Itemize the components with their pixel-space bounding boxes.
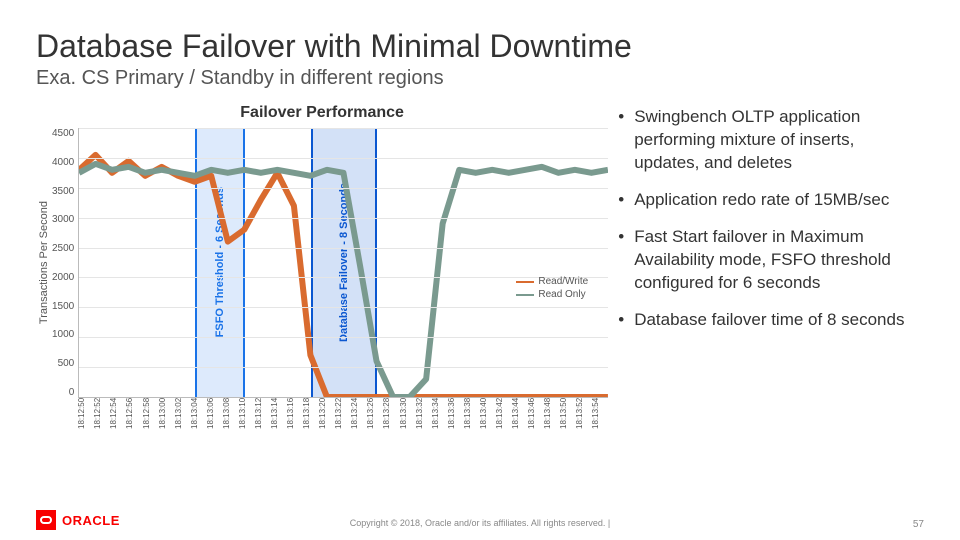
legend-label-ro: Read Only xyxy=(538,289,585,300)
legend-item-rw: Read/Write xyxy=(516,276,588,287)
chart-plot: FSFO Threshold - 6 SecondsDatabase Failo… xyxy=(78,128,608,398)
bullet-list: Swingbench OLTP application performing m… xyxy=(618,106,924,332)
legend-swatch-ro xyxy=(516,294,534,296)
bullet-item: Fast Start failover in Maximum Availabil… xyxy=(618,226,924,295)
page-title: Database Failover with Minimal Downtime xyxy=(36,28,924,65)
bullet-item: Database failover time of 8 seconds xyxy=(618,309,924,332)
chart-legend: Read/Write Read Only xyxy=(516,276,588,302)
legend-swatch-rw xyxy=(516,281,534,283)
chart-container: Failover Performance Transactions Per Se… xyxy=(36,104,608,438)
copyright-text: Copyright © 2018, Oracle and/or its affi… xyxy=(350,518,610,528)
page-subtitle: Exa. CS Primary / Standby in different r… xyxy=(36,67,924,90)
legend-label-rw: Read/Write xyxy=(538,276,588,287)
x-axis-ticks: 18:12:5018:12:5218:12:5418:12:5618:12:58… xyxy=(78,398,608,438)
y-axis-ticks: 450040003500300025002000150010005000 xyxy=(52,128,78,398)
y-axis-label: Transactions Per Second xyxy=(36,201,52,324)
brand-logo: ORACLE xyxy=(36,510,120,530)
bullet-item: Swingbench OLTP application performing m… xyxy=(618,106,924,175)
bullet-item: Application redo rate of 15MB/sec xyxy=(618,189,924,212)
legend-item-ro: Read Only xyxy=(516,289,588,300)
logo-text: ORACLE xyxy=(62,513,120,528)
chart-title: Failover Performance xyxy=(36,104,608,122)
page-number: 57 xyxy=(913,519,924,530)
logo-icon xyxy=(36,510,56,530)
